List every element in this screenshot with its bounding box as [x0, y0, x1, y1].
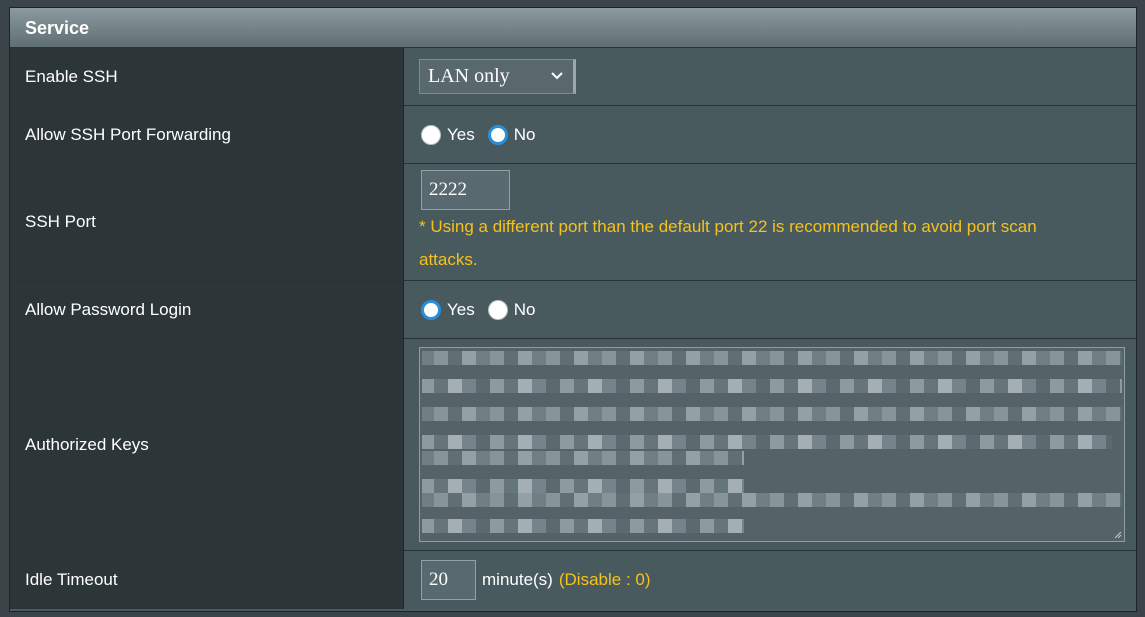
enable-ssh-label: Enable SSH: [10, 48, 404, 105]
radio-checked-icon: [487, 124, 508, 145]
password-login-yes-radio[interactable]: Yes: [421, 299, 475, 320]
row-port-forwarding: Allow SSH Port Forwarding Yes No: [10, 106, 1136, 164]
section-title: Service: [10, 8, 1136, 48]
radio-unchecked-icon: [421, 124, 441, 145]
password-login-no-radio[interactable]: No: [487, 299, 536, 320]
port-forwarding-label: Allow SSH Port Forwarding: [10, 106, 404, 163]
ssh-port-input[interactable]: 2222: [421, 170, 510, 210]
idle-timeout-hint: (Disable : 0): [558, 570, 651, 589]
enable-ssh-selected-value: LAN only: [428, 65, 510, 87]
port-forwarding-yes-radio[interactable]: Yes: [421, 124, 475, 145]
enable-ssh-select[interactable]: LAN only: [419, 59, 576, 94]
password-login-label: Allow Password Login: [10, 281, 404, 338]
radio-checked-icon: [421, 299, 441, 320]
authorized-keys-textarea[interactable]: [419, 347, 1125, 542]
row-ssh-port: SSH Port 2222 * Using a different port t…: [10, 164, 1136, 281]
idle-timeout-label: Idle Timeout: [10, 551, 404, 609]
radio-no-label: No: [513, 299, 536, 319]
radio-yes-label: Yes: [447, 299, 475, 319]
redacted-keys-blur: [422, 351, 1122, 533]
row-idle-timeout: Idle Timeout 20 minute(s) (Disable : 0): [10, 551, 1136, 609]
port-forwarding-radio-group: Yes No: [421, 124, 548, 145]
row-password-login: Allow Password Login Yes No: [10, 281, 1136, 339]
port-forwarding-no-radio[interactable]: No: [487, 124, 536, 145]
row-enable-ssh: Enable SSH LAN only: [10, 48, 1136, 106]
idle-timeout-input[interactable]: 20: [421, 560, 476, 600]
ssh-port-note: * Using a different port than the defaul…: [419, 217, 1037, 269]
radio-unchecked-icon: [487, 299, 508, 320]
radio-yes-label: Yes: [447, 124, 475, 144]
chevron-down-icon: [551, 72, 563, 80]
resize-handle-icon[interactable]: [1114, 531, 1122, 539]
password-login-radio-group: Yes No: [421, 299, 548, 320]
radio-no-label: No: [513, 124, 536, 144]
ssh-port-label: SSH Port: [10, 164, 404, 280]
idle-timeout-unit: minute(s): [482, 570, 553, 589]
row-authorized-keys: Authorized Keys: [10, 339, 1136, 551]
service-panel: Service Enable SSH LAN only Allow SSH Po…: [9, 7, 1137, 612]
authorized-keys-label: Authorized Keys: [10, 339, 404, 550]
